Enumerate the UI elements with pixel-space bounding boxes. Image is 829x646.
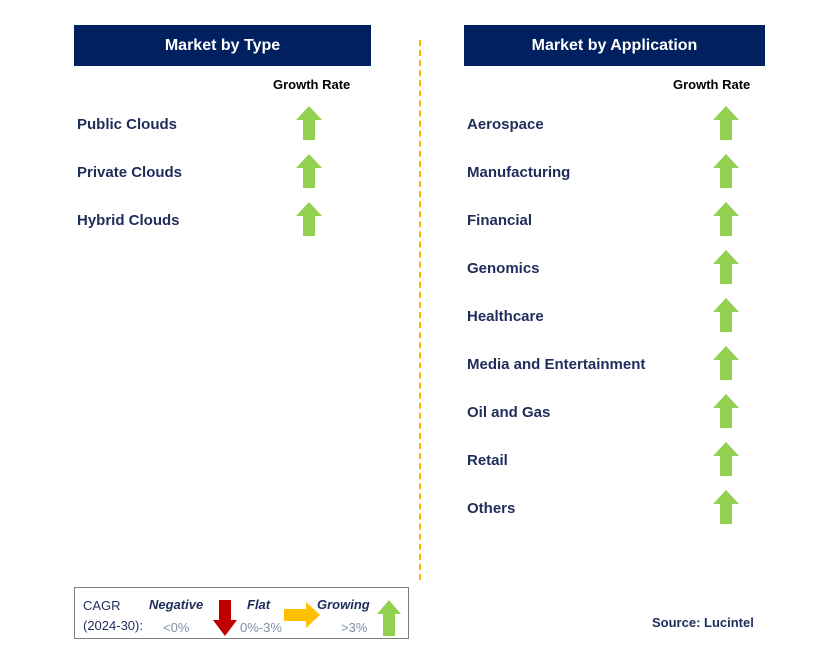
source: Source: Lucintel: [652, 615, 754, 630]
row-label: Retail: [467, 452, 508, 469]
growth-rate-label-left: Growth Rate: [273, 77, 351, 92]
growth-up-arrow-icon: [713, 154, 739, 188]
growth-up-arrow-icon: [713, 250, 739, 284]
row-label: Private Clouds: [77, 164, 183, 181]
growth-up-arrow-icon: [713, 106, 739, 140]
legend-flat: Flat: [247, 597, 271, 612]
growth-up-arrow-icon: [713, 202, 739, 236]
row-label: Financial: [467, 212, 533, 229]
row-label: Healthcare: [467, 308, 544, 325]
divider: [419, 40, 421, 580]
row-label: Media and Entertainment: [467, 356, 646, 373]
row-label: Hybrid Clouds: [77, 212, 180, 229]
row-label: Oil and Gas: [467, 404, 551, 421]
market-by-application-header: Market by Application: [464, 25, 765, 66]
legend-period: (2024-30):: [83, 618, 143, 633]
growth-up-arrow-icon: [296, 106, 322, 140]
legend-negative-range: <0%: [163, 620, 190, 635]
row-label: Manufacturing: [467, 164, 571, 181]
row-label: Public Clouds: [77, 116, 178, 133]
growth-up-arrow-icon: [713, 298, 739, 332]
legend: CAGR (2024-30): Negative <0% Flat 0%-3% …: [74, 587, 409, 639]
row-label: Others: [467, 500, 516, 517]
up-arrow-icon: [377, 600, 401, 636]
row-label: Aerospace: [467, 116, 544, 133]
row-label: Genomics: [467, 260, 540, 277]
legend-negative: Negative: [149, 597, 204, 612]
growth-up-arrow-icon: [713, 394, 739, 428]
growth-up-arrow-icon: [296, 202, 322, 236]
down-arrow-icon: [213, 600, 237, 636]
growth-rate-label-right: Growth Rate: [673, 77, 751, 92]
legend-flat-range: 0%-3%: [240, 620, 282, 635]
right-arrow-icon: [284, 602, 320, 628]
market-by-type-header: Market by Type: [74, 25, 371, 66]
growth-up-arrow-icon: [713, 442, 739, 476]
legend-growing: Growing: [317, 597, 370, 612]
growth-up-arrow-icon: [713, 490, 739, 524]
growth-up-arrow-icon: [713, 346, 739, 380]
legend-growing-range: >3%: [341, 620, 368, 635]
legend-cagr: CAGR: [83, 598, 121, 613]
growth-up-arrow-icon: [296, 154, 322, 188]
